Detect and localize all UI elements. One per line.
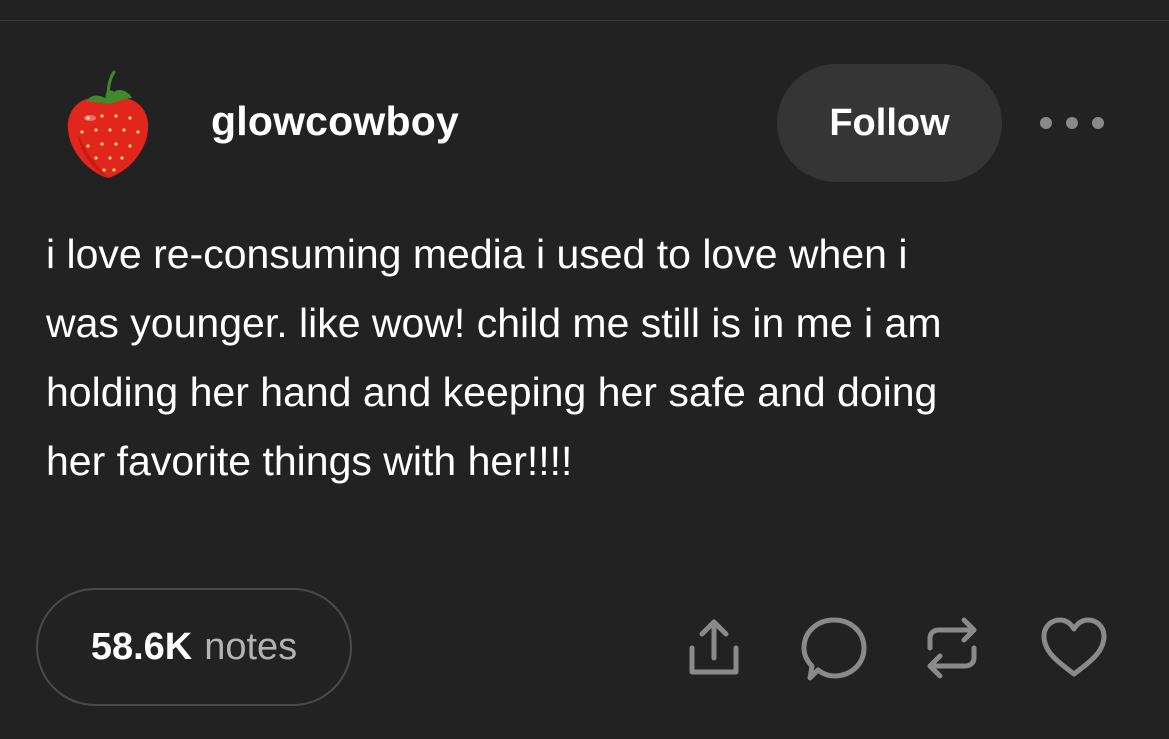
post-text: i love re-consuming media i used to love…	[46, 220, 1136, 496]
notes-count: 58.6K	[90, 625, 193, 668]
reply-icon[interactable]	[798, 612, 870, 684]
notes-label: notes	[204, 625, 298, 668]
reblog-icon[interactable]	[916, 612, 988, 684]
share-icon[interactable]	[678, 612, 750, 684]
avatar[interactable]	[58, 68, 158, 180]
like-icon[interactable]	[1038, 612, 1110, 684]
more-dot	[1040, 117, 1052, 129]
more-dot	[1092, 117, 1104, 129]
post-text-line: i love re-consuming media i used to love…	[46, 231, 908, 277]
post-text-line: was younger. like wow! child me still is…	[46, 300, 942, 346]
more-dot	[1066, 117, 1078, 129]
strawberry-icon	[67, 70, 149, 178]
more-options-icon[interactable]	[1040, 110, 1104, 136]
post-text-line: her favorite things with her!!!!	[46, 438, 573, 484]
notes-button[interactable]: 58.6K notes	[36, 588, 352, 706]
post-text-line: holding her hand and keeping her safe an…	[46, 369, 938, 415]
top-divider	[0, 0, 1169, 21]
follow-button[interactable]: Follow	[777, 64, 1002, 182]
username[interactable]: glowcowboy	[211, 98, 459, 145]
